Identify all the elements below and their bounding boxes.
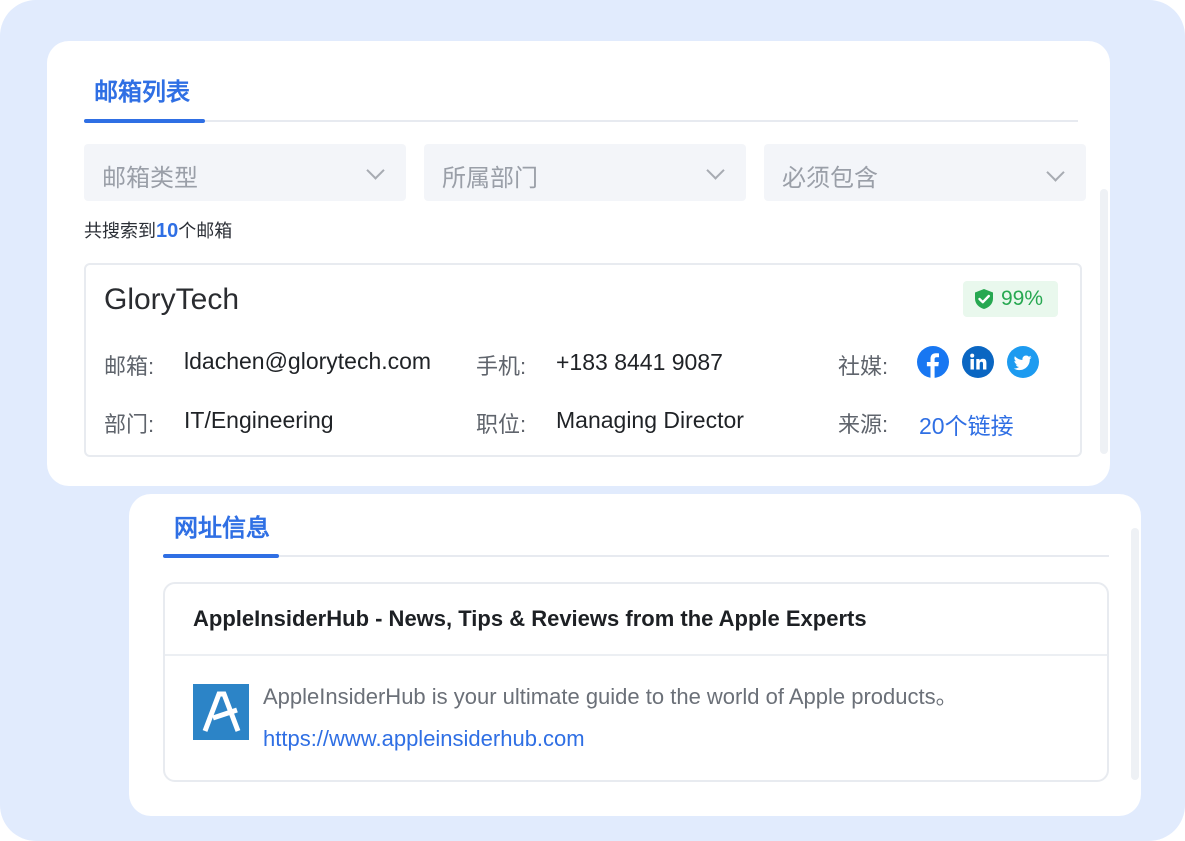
- tab-divider: [84, 120, 1078, 122]
- tab-active-indicator: [163, 554, 279, 558]
- tab-email-list[interactable]: 邮箱列表: [94, 72, 190, 107]
- email-label: 邮箱:: [104, 354, 155, 379]
- result-count-value: 10: [156, 220, 179, 242]
- email-list-panel: 邮箱列表 邮箱类型 所属部门 必须包含 共搜索到10个邮箱 GloryTech …: [47, 41, 1110, 486]
- chevron-down-icon: [1046, 163, 1065, 182]
- result-count: 共搜索到10个邮箱: [84, 217, 232, 243]
- position-value: Managing Director: [556, 407, 744, 433]
- source-link[interactable]: 20个链接: [919, 407, 1014, 441]
- website-title: AppleInsiderHub - News, Tips & Reviews f…: [193, 606, 867, 631]
- shield-check-icon: [973, 288, 995, 315]
- website-divider: [165, 654, 1107, 656]
- position-label: 职位:: [476, 412, 527, 437]
- contact-card[interactable]: GloryTech 99% 邮箱: ldachen@glorytech.com …: [84, 263, 1082, 457]
- tab-divider: [163, 555, 1109, 557]
- verification-score: 99%: [1001, 287, 1044, 310]
- department-select[interactable]: 所属部门: [424, 144, 746, 201]
- source-label: 来源:: [838, 412, 889, 437]
- result-count-prefix: 共搜索到: [84, 221, 156, 241]
- linkedin-icon[interactable]: [962, 346, 994, 378]
- department-value: IT/Engineering: [184, 407, 334, 433]
- tab-website-info[interactable]: 网址信息: [174, 508, 270, 543]
- must-contain-select[interactable]: 必须包含: [764, 144, 1086, 201]
- site-logo-icon: [193, 684, 249, 740]
- phone-value[interactable]: +183 8441 9087: [556, 349, 723, 376]
- twitter-icon[interactable]: [1007, 346, 1039, 378]
- email-panel-scrollbar[interactable]: [1100, 189, 1108, 454]
- website-url-link[interactable]: https://www.appleinsiderhub.com: [263, 726, 585, 752]
- company-name: GloryTech: [104, 283, 240, 316]
- department-placeholder: 所属部门: [442, 165, 538, 192]
- email-type-select[interactable]: 邮箱类型: [84, 144, 406, 201]
- result-count-suffix: 个邮箱: [178, 221, 233, 241]
- chevron-down-icon: [706, 161, 725, 180]
- website-description: AppleInsiderHub is your ultimate guide t…: [263, 684, 958, 709]
- email-type-placeholder: 邮箱类型: [102, 165, 198, 192]
- verification-badge: 99%: [963, 281, 1058, 317]
- chevron-down-icon: [366, 161, 385, 180]
- website-info-panel: 网址信息 AppleInsiderHub - News, Tips & Revi…: [129, 494, 1141, 816]
- must-contain-placeholder: 必须包含: [782, 165, 878, 192]
- tab-active-indicator: [84, 119, 205, 123]
- facebook-icon[interactable]: [917, 346, 949, 378]
- phone-label: 手机:: [476, 354, 527, 379]
- department-label: 部门:: [104, 412, 155, 437]
- social-label: 社媒:: [838, 354, 889, 379]
- website-panel-scrollbar[interactable]: [1131, 528, 1139, 780]
- email-value[interactable]: ldachen@glorytech.com: [184, 348, 431, 375]
- website-card[interactable]: AppleInsiderHub - News, Tips & Reviews f…: [163, 582, 1109, 782]
